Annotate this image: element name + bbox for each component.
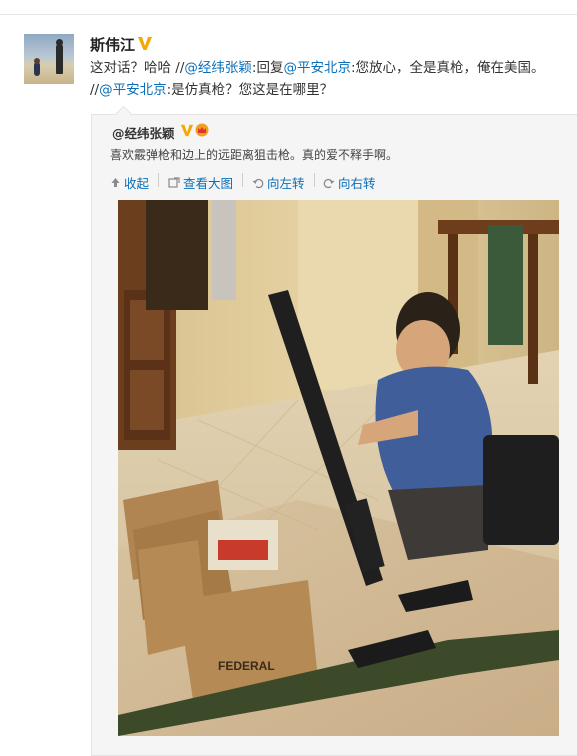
author-avatar[interactable]: [24, 34, 74, 84]
action-divider: [158, 173, 159, 187]
rotate-left-icon: [252, 178, 264, 188]
rotate-left-button[interactable]: 向左转: [252, 173, 305, 192]
mention-link[interactable]: @经纬张颖: [184, 60, 252, 76]
photo-brand-text: FEDERAL: [218, 659, 275, 673]
post-text: 这对话？哈哈 //@经纬张颖:回复@平安北京:您放心，全是真枪，俺在美国。 //…: [90, 60, 545, 98]
crown-icon: [195, 123, 209, 137]
repost-author[interactable]: @经纬张颖: [112, 123, 175, 142]
author-name[interactable]: 斯伟江: [90, 34, 135, 55]
collapse-button[interactable]: 收起: [110, 173, 149, 192]
rotate-right-icon: [323, 178, 335, 188]
action-divider: [314, 173, 315, 187]
mention-link[interactable]: @平安北京: [283, 60, 351, 76]
collapse-arrow-icon: [111, 178, 120, 187]
mention-link[interactable]: @平安北京: [99, 82, 167, 98]
view-large-icon: [168, 176, 180, 188]
rotate-right-button[interactable]: 向右转: [323, 173, 376, 192]
post-photo[interactable]: FEDERAL: [118, 200, 559, 736]
view-large-button[interactable]: 查看大图: [168, 173, 233, 192]
action-divider: [242, 173, 243, 187]
top-divider: [0, 14, 577, 15]
repost-text: 喜欢霰弹枪和边上的远距离狙击枪。真的爱不释手啊。: [110, 148, 399, 162]
verified-badge-icon: [138, 37, 152, 50]
verified-badge-icon: [180, 124, 194, 137]
